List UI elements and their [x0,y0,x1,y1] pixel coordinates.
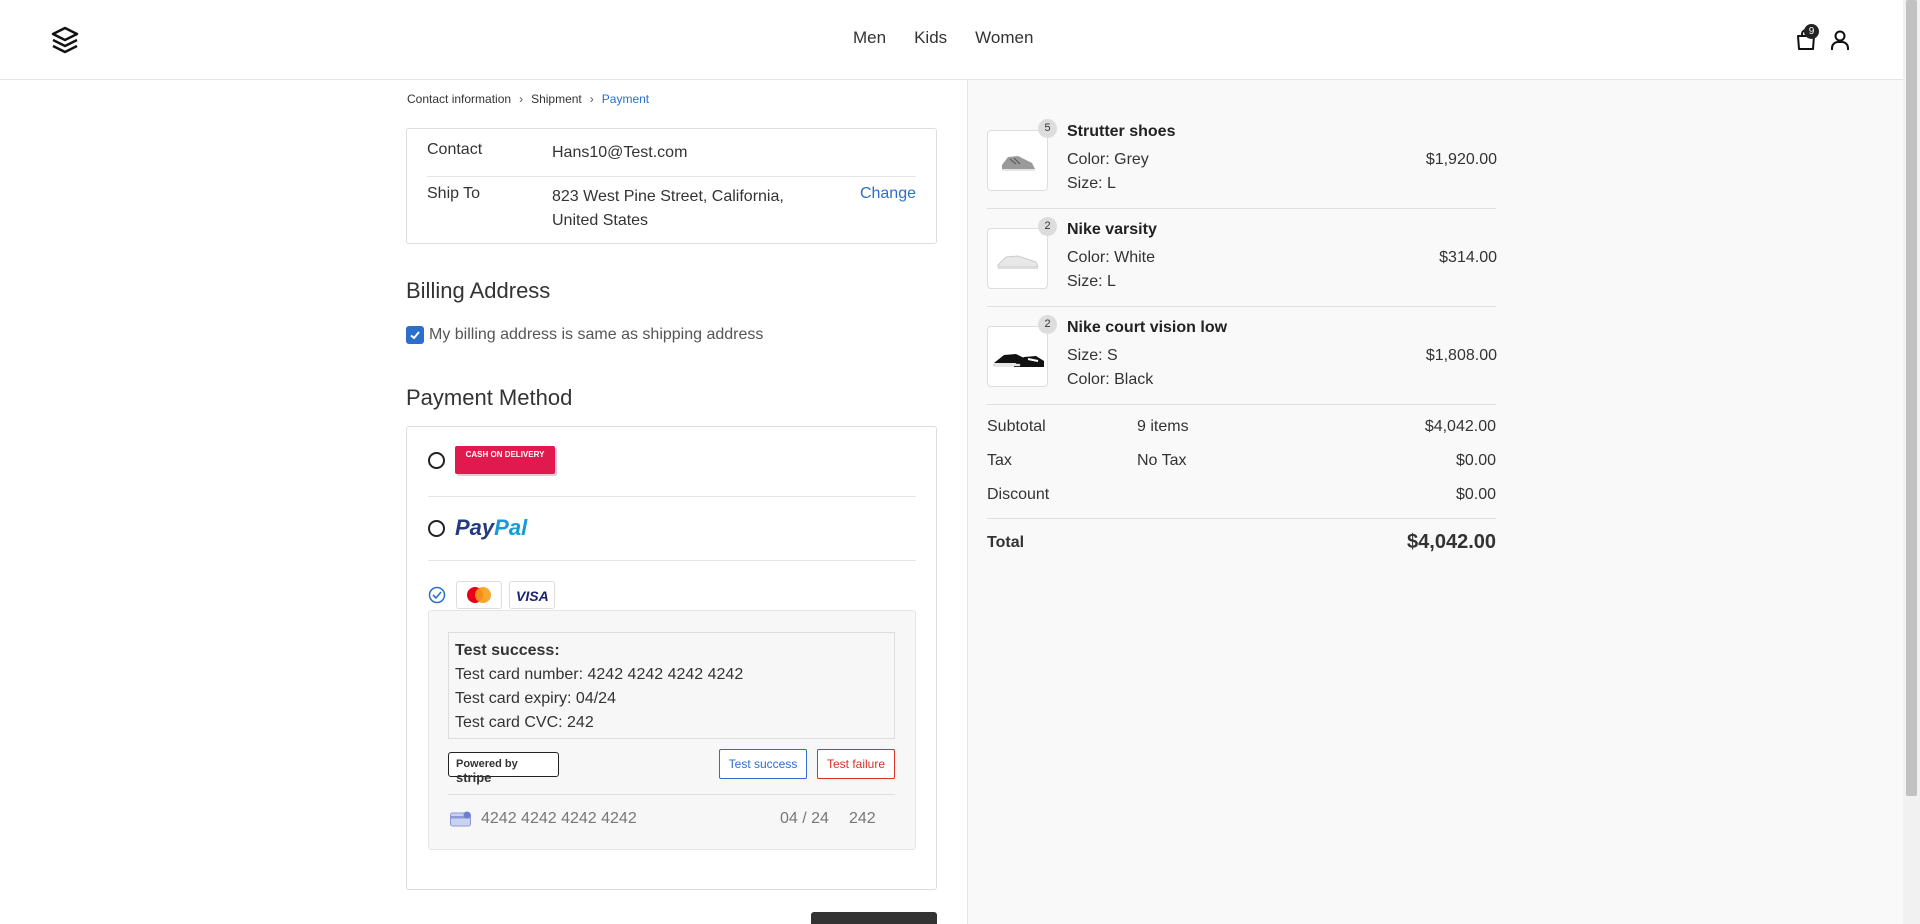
test-card-cvc: Test card CVC: 242 [455,714,594,731]
test-card-info: Test success: Test card number: 4242 424… [448,632,895,739]
ship-to-label: Ship To [427,185,481,202]
divider [987,306,1496,307]
nav-women[interactable]: Women [975,28,1033,48]
discount-value: $0.00 [1455,486,1496,503]
main-nav: Men Kids Women [853,28,1033,48]
subtotal-value: $4,042.00 [1424,418,1496,435]
breadcrumb-payment: Payment [601,92,650,106]
quantity-badge: 2 [1038,217,1057,236]
payment-method-title: Payment Method [406,385,573,410]
contact-row: Contact Hans10@Test.com [427,141,916,177]
product-attribute: Size: S [1067,347,1118,364]
product-name: Nike court vision low [1067,319,1228,336]
mastercard-logo [456,581,502,609]
product-price: $1,920.00 [1425,151,1497,168]
discount-label: Discount [987,486,1050,503]
contact-email: Hans10@Test.com [552,144,688,161]
product-attribute: Size: L [1067,273,1116,290]
total-label: Total [987,534,1025,551]
product-price: $314.00 [1439,249,1497,266]
product-attribute: Color: Grey [1067,151,1149,168]
billing-same-checkbox[interactable] [406,326,424,344]
card-number-input[interactable]: 4242 4242 4242 4242 [481,810,637,828]
checkmark-icon [410,331,420,340]
divider [987,404,1496,405]
nav-kids[interactable]: Kids [914,28,947,48]
cart-count-badge: 9 [1804,24,1819,39]
order-item: 5 Strutter shoes Color: Grey Size: L $1,… [987,119,1497,192]
test-success-button[interactable]: Test success [719,749,807,779]
tax-value: $0.00 [1455,452,1496,469]
product-attribute: Size: L [1067,175,1116,192]
card-cvc-input[interactable]: 242 [849,810,876,828]
product-thumbnail [987,326,1048,387]
quantity-badge: 2 [1038,315,1057,334]
shoe-image-icon [1002,156,1035,171]
divider [448,794,895,795]
test-card-number: Test card number: 4242 4242 4242 4242 [455,666,744,683]
divider [428,560,916,561]
chevron-right-icon: › [589,92,594,106]
store-logo-icon[interactable] [50,25,80,55]
product-thumbnail [987,130,1048,191]
tax-label: Tax [987,452,1012,469]
shoe-image-icon [993,354,1044,367]
quantity-badge: 5 [1038,119,1057,138]
divider [987,208,1496,209]
product-name: Nike varsity [1067,221,1157,238]
total-value: $4,042.00 [1407,531,1496,553]
product-name: Strutter shoes [1067,123,1176,140]
test-card-expiry: Test card expiry: 04/24 [455,690,616,707]
powered-by-stripe-badge[interactable]: Powered by stripe [448,752,559,785]
visa-logo: VISA [509,581,555,609]
order-summary-panel [967,80,1903,924]
ship-to-address: 823 West Pine Street, California, United… [552,188,784,229]
change-address-link[interactable]: Change [860,185,916,203]
test-failure-button[interactable]: Test failure [817,749,895,779]
credit-card-icon [450,811,471,827]
divider [428,496,916,497]
subtotal-label: Subtotal [987,418,1046,435]
divider [987,518,1496,519]
subtotal-items: 9 items [1137,418,1189,435]
billing-same-label[interactable]: My billing address is same as shipping a… [429,326,763,344]
card-radio-checked-icon[interactable] [428,586,446,604]
order-item: 2 Nike varsity Color: White Size: L $314… [987,217,1497,290]
product-price: $1,808.00 [1425,347,1497,364]
cash-on-delivery-logo[interactable]: CASH ON DELIVERY [455,446,555,474]
contact-label: Contact [427,141,483,158]
contact-summary-box: Contact Hans10@Test.com Ship To 823 West… [406,128,937,244]
page-scrollbar-thumb[interactable] [1906,0,1917,796]
user-account-icon[interactable] [1828,28,1852,52]
card-expiry-input[interactable]: 04 / 24 [780,810,829,828]
chevron-right-icon: › [519,92,524,106]
product-attribute: Color: Black [1067,371,1154,388]
mastercard-icon [467,587,491,603]
top-header: Men Kids Women [0,0,1903,80]
paypal-logo[interactable]: PayPal [455,515,527,541]
product-attribute: Color: White [1067,249,1156,266]
nav-men[interactable]: Men [853,28,886,48]
test-title: Test success: [455,642,560,659]
order-item: 2 Nike court vision low Size: S Color: B… [987,315,1497,388]
breadcrumb-shipment[interactable]: Shipment [531,92,582,106]
checkout-breadcrumb: Contact information › Shipment › Payment [407,92,649,106]
breadcrumb-contact[interactable]: Contact information [407,92,511,106]
paypal-radio[interactable] [428,520,445,537]
shoe-image-icon [997,255,1039,269]
place-order-button[interactable] [811,912,937,924]
tax-description: No Tax [1137,452,1187,469]
product-thumbnail [987,228,1048,289]
billing-address-title: Billing Address [406,278,551,303]
cod-radio[interactable] [428,452,445,469]
